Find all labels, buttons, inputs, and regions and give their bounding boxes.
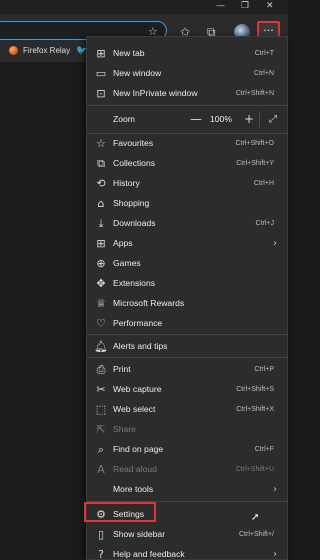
favourites-icon: ☆ [96,136,106,150]
zoom-value: 100% [210,114,232,124]
zoom-label: Zoom [113,114,135,124]
help-icon: ? [98,547,104,560]
zoom-out-button[interactable]: — [190,112,202,126]
menu-label: History [113,178,140,188]
menu-label: Share [113,424,136,434]
menu-shortcut: Ctrl+Shift+X [236,405,274,413]
settings-menu: ⊞ New tab Ctrl+T ▭ New window Ctrl+N ⊡ N… [86,36,288,560]
menu-label: Microsoft Rewards [113,298,185,308]
menu-shortcut: Ctrl+Shift+S [236,385,274,393]
firefox-relay-icon [9,46,18,55]
zoom-divider [259,111,260,127]
menu-label: Extensions [113,278,156,288]
menu-label: New tab [113,48,145,58]
menu-performance[interactable]: ♡ Performance [87,311,287,335]
chevron-right-icon: › [273,548,277,560]
menu-shortcut: Ctrl+Shift+O [235,139,274,147]
menu-label: New InPrivate window [113,88,198,98]
shopping-icon: ⌂ [97,196,105,210]
menu-label: Performance [113,318,163,328]
rewards-icon: ♕ [96,296,106,310]
menu-label: New window [113,68,162,78]
downloads-icon: ⤓ [98,216,104,230]
menu-label: Find on page [113,444,164,454]
restore-icon[interactable]: ❐ [241,1,249,11]
find-icon: ⌕ [97,442,105,456]
menu-zoom: Zoom — 100% + ⤢ [87,107,287,131]
menu-label: Apps [113,238,133,248]
collections-icon: ⧉ [97,156,105,170]
menu-label: Shopping [113,198,150,208]
favorite-label: Firefox Relay [23,46,71,55]
menu-label: Show sidebar [113,529,166,539]
web-select-icon: ⬚ [95,402,107,416]
sidebar-icon: ▯ [97,527,105,541]
menu-shortcut: Ctrl+P [254,365,274,373]
new-tab-icon: ⊞ [96,46,106,60]
menu-label: Favourites [113,138,154,148]
favorite-firefox-relay[interactable]: Firefox Relay [9,46,70,55]
settings-highlight-box [84,502,156,522]
close-icon[interactable]: ✕ [266,1,274,11]
menu-shortcut: Ctrl+N [253,69,274,77]
apps-icon: ⊞ [96,236,106,250]
fullscreen-icon[interactable]: ⤢ [269,114,277,125]
menu-label: Read aloud [113,464,157,474]
menu-shortcut: Ctrl+H [253,179,274,187]
web-capture-icon: ✂ [96,382,106,396]
print-icon: ⎙ [96,362,106,376]
menu-label: More tools [113,484,154,494]
menu-label: Help and feedback [113,549,185,559]
menu-shortcut: Ctrl+Shift+N [235,89,274,97]
menu-label: Alerts and tips [113,341,168,351]
new-window-icon: ▭ [95,66,107,80]
menu-label: Web select [113,404,156,414]
menu-shortcut: Ctrl+Shift+/ [238,530,274,538]
chevron-right-icon: › [273,483,277,495]
menu-shortcut: Ctrl+Shift+U [235,465,274,473]
read-aloud-icon: A [97,462,105,476]
menu-label: Web capture [113,384,162,394]
menu-help-and-feedback[interactable]: ? Help and feedback › [87,542,287,560]
games-icon: ⊕ [96,256,106,270]
bell-icon: 🔔︎ [94,339,108,353]
menu-more-tools[interactable]: More tools › [87,477,287,501]
minimize-icon[interactable]: — [216,1,225,11]
menu-shortcut: Ctrl+Shift+Y [236,159,274,167]
menu-divider [87,105,287,106]
inprivate-icon: ⊡ [96,86,106,100]
zoom-in-button[interactable]: + [244,112,254,126]
menu-label: Downloads [113,218,156,228]
menu-label: Collections [113,158,156,168]
mouse-cursor-icon: ➚ [251,512,260,523]
performance-icon: ♡ [96,316,106,330]
history-icon: ⟲ [96,176,106,190]
menu-shortcut: Ctrl+T [254,49,274,57]
chevron-right-icon: › [273,237,277,249]
menu-alerts-and-tips[interactable]: 🔔︎ Alerts and tips [87,334,287,358]
menu-shortcut: Ctrl+F [254,445,274,453]
menu-label: Games [113,258,141,268]
extensions-icon: ✥ [96,276,106,290]
menu-shortcut: Ctrl+J [255,219,274,227]
menu-new-inprivate-window[interactable]: ⊡ New InPrivate window Ctrl+Shift+N [87,81,287,105]
title-bar: — ❐ ✕ [0,0,288,14]
share-icon: ⇱ [96,422,106,436]
menu-label: Print [113,364,131,374]
